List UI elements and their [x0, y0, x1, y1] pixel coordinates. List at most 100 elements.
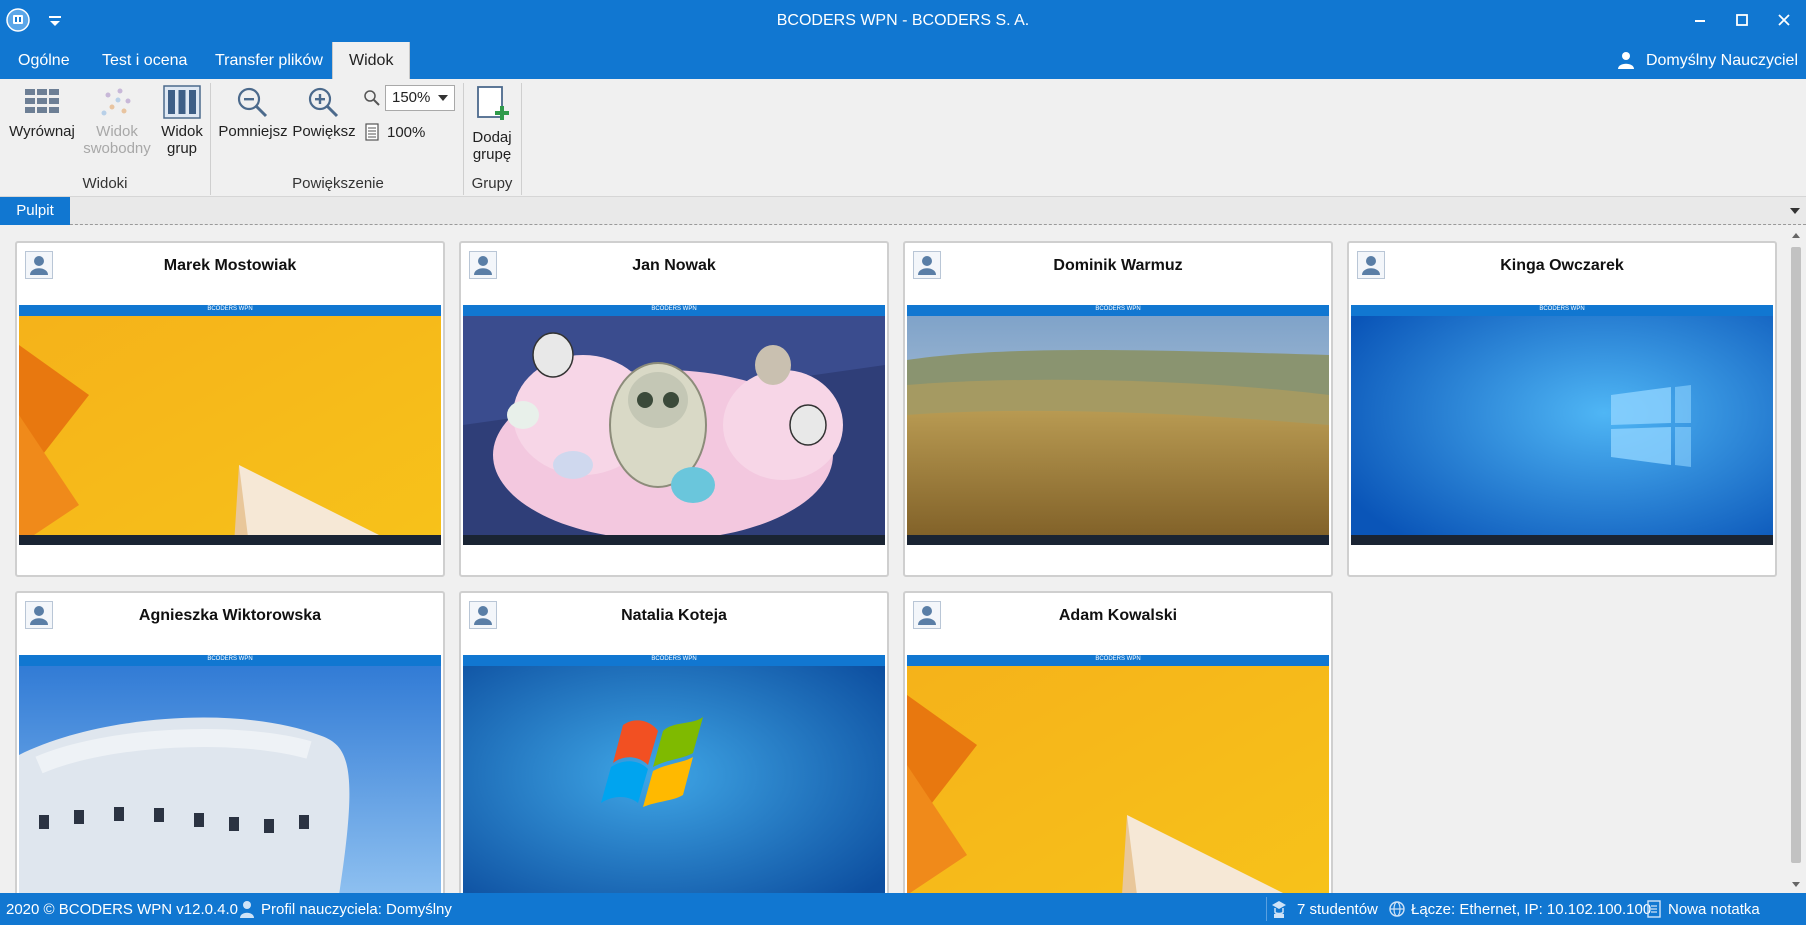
scatter-icon — [101, 88, 131, 116]
title-bar: BCODERS WPN - BCODERS S. A. — [0, 0, 1806, 42]
current-user-name: Domyślny Nauczyciel — [1645, 52, 1798, 69]
maximize-button[interactable] — [1722, 6, 1762, 36]
new-note-button[interactable]: Nowa notatka — [1668, 901, 1760, 918]
chevron-down-icon[interactable] — [1790, 208, 1800, 214]
student-screen-thumbnail[interactable]: BCODERS WPN — [463, 655, 885, 893]
student-card[interactable]: Jan Nowak BCODERS WPN — [459, 241, 889, 577]
add-group-icon — [477, 86, 509, 120]
student-card[interactable]: Agnieszka Wiktorowska BCODERS WPN — [15, 591, 445, 893]
scroll-up-icon[interactable] — [1792, 233, 1800, 238]
group-view-button[interactable]: Widok grup — [156, 85, 208, 157]
student-screen-thumbnail[interactable]: BCODERS WPN — [19, 305, 441, 545]
status-separator — [1266, 897, 1267, 921]
remote-app-title: BCODERS WPN — [207, 306, 253, 312]
current-user[interactable]: Domyślny Nauczyciel — [1617, 42, 1798, 79]
cartoon-wallpaper — [463, 305, 885, 545]
student-avatar-icon — [1357, 251, 1385, 279]
student-name: Marek Mostowiak — [163, 257, 297, 274]
zoom-in-icon — [308, 87, 339, 118]
close-button[interactable] — [1764, 6, 1804, 36]
win8-orange-wallpaper — [907, 655, 1329, 893]
ribbon-separator — [210, 83, 211, 195]
student-avatar-icon — [25, 251, 53, 279]
scrollbar-thumb[interactable] — [1791, 247, 1801, 863]
remote-title-bar: BCODERS WPN — [463, 305, 885, 316]
student-name: Jan Nowak — [632, 257, 716, 274]
student-card[interactable]: Kinga Owczarek BCODERS WPN — [1347, 241, 1777, 577]
ribbon-separator — [521, 83, 522, 195]
remote-app-title: BCODERS WPN — [1095, 306, 1141, 312]
student-card[interactable]: Natalia Koteja BCODERS WPN — [459, 591, 889, 893]
student-count-icon — [1272, 901, 1286, 918]
remote-taskbar — [19, 535, 441, 545]
globe-icon — [1389, 901, 1405, 917]
student-name: Adam Kowalski — [1058, 607, 1178, 624]
student-screen-thumbnail[interactable]: BCODERS WPN — [907, 305, 1329, 545]
note-icon — [1647, 900, 1661, 918]
add-group-button[interactable]: Dodaj grupę — [467, 85, 517, 163]
zoom-reset-button[interactable]: 100% — [387, 124, 425, 141]
align-button[interactable]: Wyrównaj — [6, 85, 78, 140]
student-screen-thumbnail[interactable]: BCODERS WPN — [1351, 305, 1773, 545]
remote-taskbar — [463, 535, 885, 545]
tab-desktop[interactable]: Pulpit — [0, 197, 70, 225]
zoom-group-label: Powiększenie — [292, 175, 384, 192]
student-card[interactable]: Marek Mostowiak BCODERS WPN — [15, 241, 445, 577]
student-avatar-icon — [913, 251, 941, 279]
tab-general[interactable]: Ogólne — [2, 42, 86, 79]
remote-title-bar: BCODERS WPN — [463, 655, 885, 666]
student-avatar-icon — [25, 601, 53, 629]
ribbon: Wyrównaj Widok swobodny Widok grup Widok… — [0, 79, 1806, 197]
remote-app-title: BCODERS WPN — [651, 656, 697, 662]
vertical-scrollbar[interactable] — [1788, 227, 1804, 893]
student-name: Agnieszka Wiktorowska — [138, 607, 322, 624]
zoom-in-label: Powiększ — [292, 123, 356, 140]
grid-icon — [25, 89, 59, 113]
student-screen-thumbnail[interactable]: BCODERS WPN — [19, 655, 441, 893]
free-view-button[interactable]: Widok swobodny — [80, 85, 154, 157]
remote-title-bar: BCODERS WPN — [907, 305, 1329, 316]
student-card[interactable]: Adam Kowalski BCODERS WPN — [903, 591, 1333, 893]
teacher-profile[interactable]: Profil nauczyciela: Domyślny — [261, 901, 452, 918]
student-name: Natalia Koteja — [621, 607, 727, 624]
student-card[interactable]: Dominik Warmuz BCODERS WPN — [903, 241, 1333, 577]
student-avatar-icon — [469, 251, 497, 279]
remote-app-title: BCODERS WPN — [207, 656, 253, 662]
connection-info: Łącze: Ethernet, IP: 10.102.100.100 — [1411, 901, 1652, 918]
remote-title-bar: BCODERS WPN — [907, 655, 1329, 666]
groups-group-label: Grupy — [471, 175, 513, 192]
free-view-label-2: swobodny — [83, 140, 151, 157]
win7-wallpaper — [463, 655, 885, 893]
student-screen-thumbnail[interactable]: BCODERS WPN — [907, 655, 1329, 893]
window-title: BCODERS WPN - BCODERS S. A. — [776, 12, 1030, 29]
zoom-out-button[interactable]: Pomniejsz — [218, 85, 288, 140]
scroll-down-icon[interactable] — [1792, 882, 1800, 887]
win8-orange-wallpaper — [19, 305, 441, 545]
views-group-label: Widoki — [82, 175, 128, 192]
free-view-label-1: Widok — [96, 123, 138, 140]
student-avatar-icon — [913, 601, 941, 629]
add-group-label-2: grupę — [472, 146, 512, 163]
zoom-level-value: 150% — [392, 89, 431, 106]
student-desktops-area: Marek Mostowiak BCODERS WPN Jan Nowak BC… — [0, 227, 1806, 893]
group-view-label-2: grup — [166, 140, 198, 157]
document-tab-strip: Pulpit — [0, 197, 1806, 225]
zoom-out-label: Pomniejsz — [218, 123, 288, 140]
remote-title-bar: BCODERS WPN — [19, 655, 441, 666]
zoom-in-button[interactable]: Powiększ — [290, 85, 358, 140]
win10-wallpaper — [1351, 305, 1773, 545]
menu-bar: Ogólne Test i ocena Transfer plików Wido… — [0, 42, 1806, 79]
columns-icon — [163, 85, 201, 119]
group-view-label-1: Widok — [161, 123, 203, 140]
remote-taskbar — [1351, 535, 1773, 545]
teacher-profile-icon — [240, 901, 254, 918]
tab-test-and-grading[interactable]: Test i ocena — [86, 42, 203, 79]
student-name: Dominik Warmuz — [1053, 257, 1183, 274]
zoom-level-select[interactable]: 150% — [385, 85, 455, 111]
tab-file-transfer[interactable]: Transfer plików — [199, 42, 339, 79]
tab-view[interactable]: Widok — [332, 42, 411, 79]
remote-app-title: BCODERS WPN — [1539, 306, 1585, 312]
minimize-button[interactable] — [1680, 6, 1720, 36]
building-wallpaper — [19, 655, 441, 893]
student-screen-thumbnail[interactable]: BCODERS WPN — [463, 305, 885, 545]
